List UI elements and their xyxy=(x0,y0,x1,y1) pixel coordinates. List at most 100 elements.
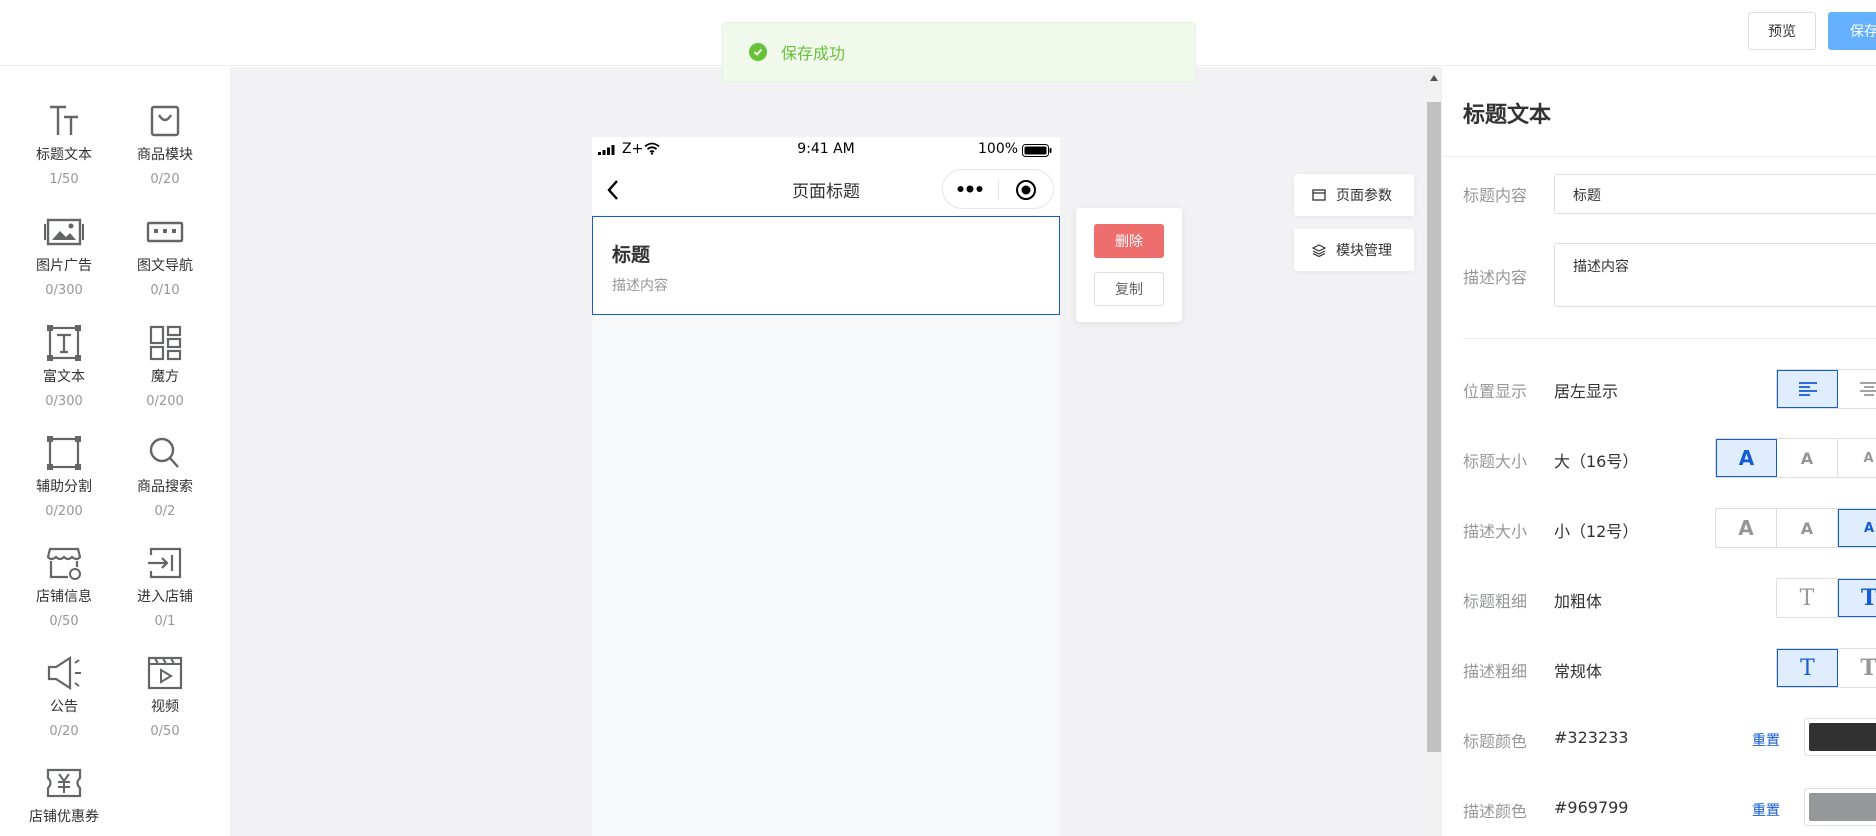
component-count: 0/20 xyxy=(49,724,79,739)
component-cube[interactable]: 魔方 0/200 xyxy=(115,325,215,409)
mini-program-capsule xyxy=(942,169,1054,209)
desc-size-value: 小（12号） xyxy=(1554,522,1639,541)
component-count: 0/10 xyxy=(150,283,180,298)
component-coupon[interactable]: 店铺优惠券 xyxy=(14,765,114,825)
component-divider[interactable]: 辅助分割 0/200 xyxy=(14,435,114,519)
phone-nav-bar: 页面标题 xyxy=(592,163,1060,215)
desc-color-value: #969799 xyxy=(1554,798,1629,817)
desc-content-textarea[interactable]: 描述内容 xyxy=(1554,243,1876,307)
title-size-large[interactable]: A xyxy=(1716,439,1777,477)
divider-icon xyxy=(47,436,81,470)
title-size-value: 大（16号） xyxy=(1554,452,1639,471)
cube-grid-icon xyxy=(149,325,182,361)
enter-shop-icon xyxy=(148,547,182,579)
component-count: 0/200 xyxy=(146,394,184,409)
module-manage-button[interactable]: 模块管理 xyxy=(1294,229,1414,271)
title-size-small[interactable]: A xyxy=(1838,439,1876,477)
status-bar: Z+ 9:41 AM 100% xyxy=(592,137,1060,163)
title-size-medium[interactable]: A xyxy=(1777,439,1838,477)
align-left-icon xyxy=(1798,382,1817,396)
position-value: 居左显示 xyxy=(1554,382,1619,401)
component-label: 店铺优惠券 xyxy=(29,809,99,825)
component-shop-info[interactable]: 店铺信息 0/50 xyxy=(14,545,114,629)
desc-color-reset[interactable]: 重置 xyxy=(1752,800,1780,820)
title-color-label: 标题颜色 xyxy=(1463,732,1528,751)
component-image-nav[interactable]: 图文导航 0/10 xyxy=(115,214,215,298)
component-label: 商品搜索 xyxy=(137,479,193,495)
component-label: 标题文本 xyxy=(36,147,92,163)
check-circle-icon xyxy=(749,43,767,61)
page-params-button[interactable]: 页面参数 xyxy=(1294,174,1414,216)
align-center-icon xyxy=(1859,382,1876,396)
block-title: 标题 xyxy=(612,244,651,266)
component-count: 0/50 xyxy=(49,614,79,629)
settings-title: 标题文本 xyxy=(1463,103,1552,128)
shop-info-icon xyxy=(46,547,82,580)
desc-size-toggle: A A A xyxy=(1715,508,1876,548)
title-weight-bold[interactable]: T xyxy=(1838,579,1876,617)
title-size-toggle: A A A xyxy=(1715,438,1876,478)
divider xyxy=(1443,156,1876,157)
image-ad-icon xyxy=(44,218,84,246)
desc-size-small[interactable]: A xyxy=(1838,509,1876,547)
component-count: 1/50 xyxy=(49,172,79,187)
title-color-reset[interactable]: 重置 xyxy=(1752,730,1780,750)
align-center-option[interactable] xyxy=(1838,370,1876,408)
toast-message: 保存成功 xyxy=(781,44,846,63)
more-dots-icon[interactable] xyxy=(957,185,983,193)
component-title-text[interactable]: 标题文本 1/50 xyxy=(14,103,114,187)
rich-text-icon xyxy=(47,325,81,361)
close-target-icon[interactable] xyxy=(1015,179,1037,201)
position-label: 位置显示 xyxy=(1463,382,1528,401)
component-count: 0/2 xyxy=(154,504,176,519)
scroll-up-arrow-icon[interactable] xyxy=(1430,75,1438,81)
settings-panel: 标题文本 标题内容 标题 描述内容 描述内容 位置显示 居左显示 标题大小 大（… xyxy=(1443,67,1876,836)
component-count: 0/50 xyxy=(150,724,180,739)
component-goods-search[interactable]: 商品搜索 0/2 xyxy=(115,435,215,519)
save-button[interactable]: 保存 xyxy=(1828,12,1876,50)
delete-button[interactable]: 删除 xyxy=(1094,224,1164,258)
title-weight-regular[interactable]: T xyxy=(1777,579,1838,617)
component-image-ad[interactable]: 图片广告 0/300 xyxy=(14,214,114,298)
component-rich-text[interactable]: 富文本 0/300 xyxy=(14,325,114,409)
scrollbar-thumb[interactable] xyxy=(1427,102,1441,752)
component-count: 0/1 xyxy=(154,614,176,629)
battery-icon xyxy=(1022,144,1052,157)
align-left-option[interactable] xyxy=(1777,370,1838,408)
capsule-divider xyxy=(998,180,999,200)
layers-icon xyxy=(1312,243,1326,257)
desc-size-large[interactable]: A xyxy=(1716,509,1777,547)
desc-color-swatch[interactable] xyxy=(1804,788,1876,826)
copy-button[interactable]: 复制 xyxy=(1094,272,1164,306)
desc-weight-bold[interactable]: T xyxy=(1838,649,1876,687)
desc-size-medium[interactable]: A xyxy=(1777,509,1838,547)
title-weight-value: 加粗体 xyxy=(1554,592,1603,611)
component-enter-shop[interactable]: 进入店铺 0/1 xyxy=(115,545,215,629)
component-label: 视频 xyxy=(151,699,179,715)
title-text-block[interactable]: 标题 描述内容 xyxy=(592,216,1060,315)
component-video[interactable]: 视频 0/50 xyxy=(115,655,215,739)
component-label: 图片广告 xyxy=(36,258,92,274)
desc-weight-label: 描述粗细 xyxy=(1463,662,1528,681)
page-params-label: 页面参数 xyxy=(1336,188,1392,204)
shopping-bag-icon xyxy=(150,105,180,137)
component-label: 公告 xyxy=(50,699,78,715)
component-notice[interactable]: 公告 0/20 xyxy=(14,655,114,739)
title-color-swatch[interactable] xyxy=(1804,718,1876,756)
block-actions: 删除 复制 xyxy=(1076,208,1182,322)
component-count: 0/300 xyxy=(45,283,83,298)
title-content-input[interactable]: 标题 xyxy=(1554,174,1876,214)
component-count: 0/20 xyxy=(150,172,180,187)
preview-button[interactable]: 预览 xyxy=(1748,12,1816,50)
component-count: 0/200 xyxy=(45,504,83,519)
coupon-icon xyxy=(46,768,82,798)
desc-color-label: 描述颜色 xyxy=(1463,802,1528,821)
video-icon xyxy=(147,656,183,690)
title-text-icon xyxy=(50,105,78,135)
component-label: 店铺信息 xyxy=(36,589,92,605)
title-content-label: 标题内容 xyxy=(1463,186,1528,205)
image-nav-icon xyxy=(146,221,184,243)
component-goods[interactable]: 商品模块 0/20 xyxy=(115,103,215,187)
megaphone-icon xyxy=(47,655,81,691)
desc-weight-regular[interactable]: T xyxy=(1777,649,1838,687)
